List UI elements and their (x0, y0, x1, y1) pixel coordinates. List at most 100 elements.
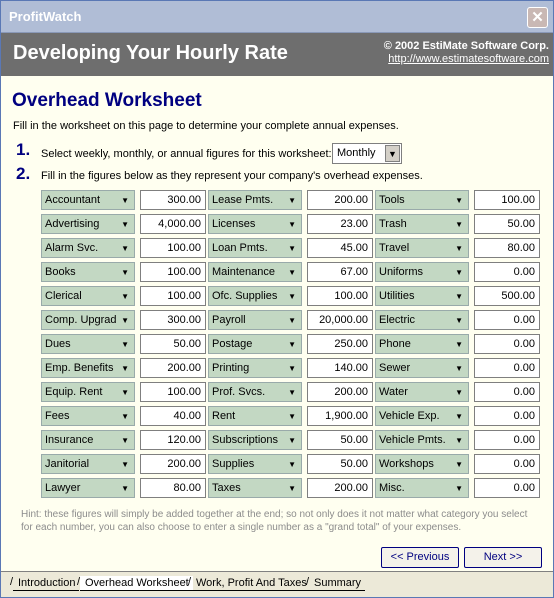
category-select[interactable]: Workshops ▼ (375, 454, 469, 474)
chevron-down-icon[interactable]: ▼ (288, 484, 296, 493)
chevron-down-icon[interactable]: ▼ (455, 220, 463, 229)
chevron-down-icon[interactable]: ▼ (455, 244, 463, 253)
chevron-down-icon[interactable]: ▼ (288, 220, 296, 229)
category-select[interactable]: Lease Pmts. ▼ (208, 190, 302, 210)
category-select[interactable]: Utilities ▼ (375, 286, 469, 306)
category-select[interactable]: Sewer ▼ (375, 358, 469, 378)
tab-overhead-worksheet[interactable]: Overhead Worksheet (77, 575, 193, 591)
amount-input[interactable]: 140.00 (307, 358, 373, 378)
category-select[interactable]: Supplies ▼ (208, 454, 302, 474)
chevron-down-icon[interactable]: ▼ (288, 244, 296, 253)
category-select[interactable]: Uniforms ▼ (375, 262, 469, 282)
amount-input[interactable]: 200.00 (307, 190, 373, 210)
chevron-down-icon[interactable]: ▼ (288, 412, 296, 421)
category-select[interactable]: Accountant ▼ (41, 190, 135, 210)
chevron-down-icon[interactable]: ▼ (455, 484, 463, 493)
amount-input[interactable]: 67.00 (307, 262, 373, 282)
chevron-down-icon[interactable]: ▼ (121, 244, 129, 253)
category-select[interactable]: Trash ▼ (375, 214, 469, 234)
amount-input[interactable]: 0.00 (474, 358, 540, 378)
category-select[interactable]: Water ▼ (375, 382, 469, 402)
amount-input[interactable]: 40.00 (140, 406, 206, 426)
chevron-down-icon[interactable]: ▼ (121, 388, 129, 397)
amount-input[interactable]: 200.00 (140, 358, 206, 378)
amount-input[interactable]: 80.00 (474, 238, 540, 258)
amount-input[interactable]: 300.00 (140, 190, 206, 210)
amount-input[interactable]: 100.00 (307, 286, 373, 306)
chevron-down-icon[interactable]: ▼ (288, 436, 296, 445)
amount-input[interactable]: 300.00 (140, 310, 206, 330)
amount-input[interactable]: 0.00 (474, 454, 540, 474)
chevron-down-icon[interactable]: ▼ (455, 196, 463, 205)
amount-input[interactable]: 23.00 (307, 214, 373, 234)
amount-input[interactable]: 80.00 (140, 478, 206, 498)
amount-input[interactable]: 45.00 (307, 238, 373, 258)
next-button[interactable]: Next >> (464, 547, 542, 568)
category-select[interactable]: Emp. Benefits ▼ (41, 358, 135, 378)
amount-input[interactable]: 100.00 (140, 238, 206, 258)
chevron-down-icon[interactable]: ▼ (455, 460, 463, 469)
category-select[interactable]: Phone ▼ (375, 334, 469, 354)
amount-input[interactable]: 500.00 (474, 286, 540, 306)
title-bar[interactable]: ProfitWatch ✕ (1, 1, 553, 33)
category-select[interactable]: Prof. Svcs. ▼ (208, 382, 302, 402)
category-select[interactable]: Misc. ▼ (375, 478, 469, 498)
amount-input[interactable]: 200.00 (140, 454, 206, 474)
amount-input[interactable]: 1,900.00 (307, 406, 373, 426)
amount-input[interactable]: 0.00 (474, 406, 540, 426)
chevron-down-icon[interactable]: ▼ (385, 145, 400, 162)
category-select[interactable]: Clerical ▼ (41, 286, 135, 306)
amount-input[interactable]: 4,000.00 (140, 214, 206, 234)
category-select[interactable]: Loan Pmts. ▼ (208, 238, 302, 258)
amount-input[interactable]: 0.00 (474, 382, 540, 402)
amount-input[interactable]: 0.00 (474, 310, 540, 330)
tab-summary[interactable]: Summary (306, 575, 366, 591)
amount-input[interactable]: 250.00 (307, 334, 373, 354)
category-select[interactable]: Vehicle Exp. ▼ (375, 406, 469, 426)
amount-input[interactable]: 100.00 (474, 190, 540, 210)
amount-input[interactable]: 0.00 (474, 334, 540, 354)
category-select[interactable]: Subscriptions ▼ (208, 430, 302, 450)
chevron-down-icon[interactable]: ▼ (288, 340, 296, 349)
chevron-down-icon[interactable]: ▼ (121, 292, 129, 301)
chevron-down-icon[interactable]: ▼ (455, 412, 463, 421)
chevron-down-icon[interactable]: ▼ (455, 436, 463, 445)
amount-input[interactable]: 120.00 (140, 430, 206, 450)
chevron-down-icon[interactable]: ▼ (121, 268, 129, 277)
chevron-down-icon[interactable]: ▼ (121, 340, 129, 349)
amount-input[interactable]: 50.00 (307, 430, 373, 450)
category-select[interactable]: Insurance ▼ (41, 430, 135, 450)
chevron-down-icon[interactable]: ▼ (288, 364, 296, 373)
category-select[interactable]: Alarm Svc. ▼ (41, 238, 135, 258)
chevron-down-icon[interactable]: ▼ (288, 268, 296, 277)
period-select[interactable]: Monthly ▼ (332, 143, 402, 164)
chevron-down-icon[interactable]: ▼ (121, 460, 129, 469)
chevron-down-icon[interactable]: ▼ (121, 484, 129, 493)
chevron-down-icon[interactable]: ▼ (455, 268, 463, 277)
category-select[interactable]: Ofc. Supplies ▼ (208, 286, 302, 306)
category-select[interactable]: Fees ▼ (41, 406, 135, 426)
chevron-down-icon[interactable]: ▼ (288, 460, 296, 469)
category-select[interactable]: Electric ▼ (375, 310, 469, 330)
amount-input[interactable]: 0.00 (474, 430, 540, 450)
tab-introduction[interactable]: Introduction (10, 575, 80, 591)
category-select[interactable]: Comp. Upgrad ▼ (41, 310, 135, 330)
chevron-down-icon[interactable]: ▼ (455, 364, 463, 373)
chevron-down-icon[interactable]: ▼ (288, 292, 296, 301)
amount-input[interactable]: 0.00 (474, 478, 540, 498)
category-select[interactable]: Printing ▼ (208, 358, 302, 378)
category-select[interactable]: Licenses ▼ (208, 214, 302, 234)
website-link[interactable]: http://www.estimatesoftware.com (388, 53, 549, 65)
category-select[interactable]: Dues ▼ (41, 334, 135, 354)
previous-button[interactable]: << Previous (381, 547, 459, 568)
category-select[interactable]: Equip. Rent ▼ (41, 382, 135, 402)
category-select[interactable]: Taxes ▼ (208, 478, 302, 498)
chevron-down-icon[interactable]: ▼ (455, 316, 463, 325)
chevron-down-icon[interactable]: ▼ (121, 196, 129, 205)
chevron-down-icon[interactable]: ▼ (455, 340, 463, 349)
chevron-down-icon[interactable]: ▼ (455, 292, 463, 301)
category-select[interactable]: Tools ▼ (375, 190, 469, 210)
amount-input[interactable]: 100.00 (140, 382, 206, 402)
category-select[interactable]: Books ▼ (41, 262, 135, 282)
close-button[interactable]: ✕ (527, 7, 548, 28)
